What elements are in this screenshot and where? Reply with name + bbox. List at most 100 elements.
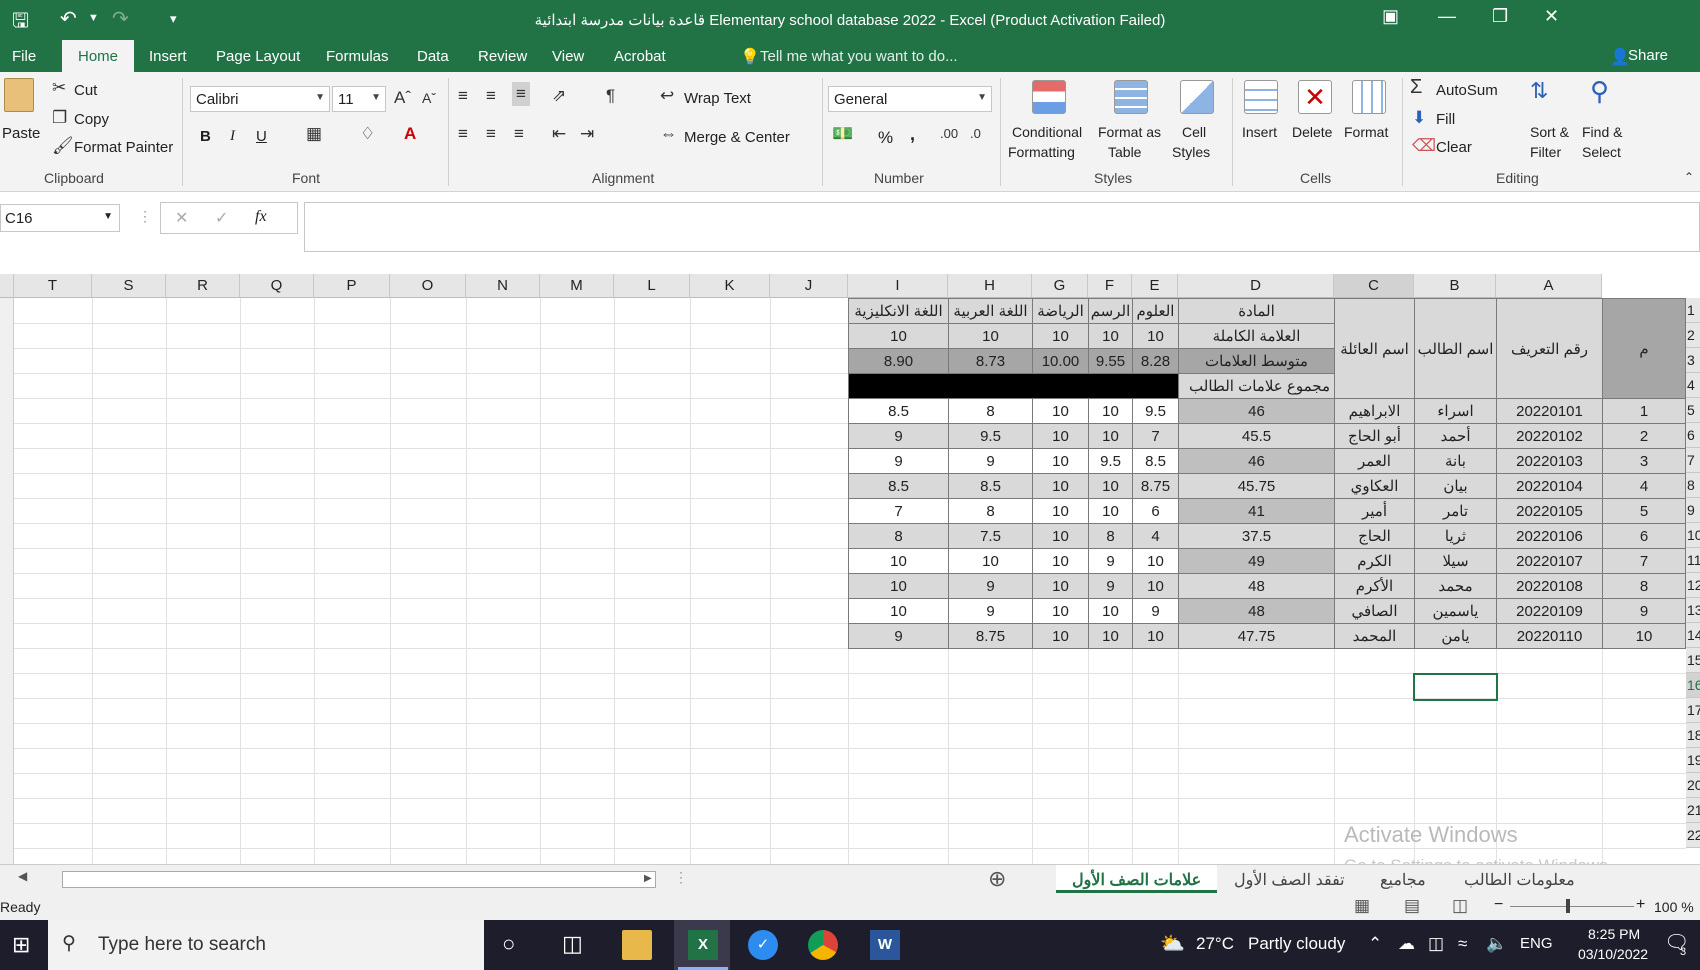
student-family-cell[interactable]: أمير — [1334, 498, 1415, 524]
column-header-l[interactable]: L — [614, 274, 690, 298]
student-id-cell[interactable]: 20220104 — [1496, 473, 1603, 499]
student-id-cell[interactable]: 20220110 — [1496, 623, 1603, 649]
student-m-cell[interactable]: 10 — [1602, 623, 1686, 649]
row-header-7[interactable]: 7 — [1686, 448, 1700, 473]
number-format-combo[interactable]: General ▼ — [828, 86, 992, 112]
full-mark-science[interactable]: 10 — [1132, 323, 1179, 349]
task-view-icon[interactable]: ◫ — [562, 931, 583, 957]
row-header-11[interactable]: 11 — [1686, 548, 1700, 573]
student-drawing-cell[interactable]: 10 — [1088, 473, 1133, 499]
subject-sport[interactable]: الرياضة — [1032, 298, 1089, 324]
increase-decimal-icon[interactable]: .00 — [940, 126, 958, 141]
sort-filter-button-line2[interactable]: Filter — [1530, 144, 1561, 160]
student-science-cell[interactable]: 10 — [1132, 573, 1179, 599]
student-drawing-cell[interactable]: 9 — [1088, 573, 1133, 599]
column-header-f[interactable]: F — [1088, 274, 1132, 298]
clear-button[interactable]: Clear — [1436, 139, 1472, 156]
comma-button[interactable]: , — [910, 124, 915, 145]
font-name-combo[interactable]: Calibri ▼ — [190, 86, 330, 112]
student-name-cell[interactable]: تامر — [1414, 498, 1497, 524]
delete-cells-button[interactable]: Delete — [1292, 124, 1332, 140]
name-box[interactable]: C16 ▼ — [0, 204, 120, 232]
column-header-c[interactable]: C — [1334, 274, 1414, 298]
taskbar-search[interactable]: ⚲ Type here to search — [48, 920, 484, 970]
student-id-cell[interactable]: 20220109 — [1496, 598, 1603, 624]
eraser-icon[interactable]: ⌫ — [1412, 136, 1436, 156]
student-arabic-cell[interactable]: 9 — [948, 448, 1033, 474]
student-arabic-cell[interactable]: 9 — [948, 598, 1033, 624]
student-sport-cell[interactable]: 10 — [1032, 523, 1089, 549]
average-sport[interactable]: 10.00 — [1032, 348, 1089, 374]
row-header-1[interactable]: 1 — [1686, 298, 1700, 323]
student-id-cell[interactable]: 20220105 — [1496, 498, 1603, 524]
sort-filter-button[interactable]: Sort & — [1530, 124, 1569, 140]
student-family-cell[interactable]: أبو الحاج — [1334, 423, 1415, 449]
student-science-cell[interactable]: 4 — [1132, 523, 1179, 549]
horizontal-scrollbar[interactable] — [62, 871, 656, 888]
full-mark-drawing[interactable]: 10 — [1088, 323, 1133, 349]
weather-temp[interactable]: 27°C — [1196, 934, 1234, 954]
student-english-cell[interactable]: 9 — [848, 623, 949, 649]
student-id-cell[interactable]: 20220102 — [1496, 423, 1603, 449]
student-family-cell[interactable]: العمر — [1334, 448, 1415, 474]
sheet-tab-attendance-first[interactable]: تفقد الصف الأول — [1218, 865, 1361, 893]
average-english[interactable]: 8.90 — [848, 348, 949, 374]
student-m-cell[interactable]: 6 — [1602, 523, 1686, 549]
fill-button[interactable]: Fill — [1436, 111, 1455, 128]
column-header-t[interactable]: T — [14, 274, 92, 298]
student-total-cell[interactable]: 45.5 — [1178, 423, 1335, 449]
student-family-cell[interactable]: الأكرم — [1334, 573, 1415, 599]
average-drawing[interactable]: 9.55 — [1088, 348, 1133, 374]
file-explorer-icon[interactable] — [622, 930, 652, 960]
student-english-cell[interactable]: 8.5 — [848, 473, 949, 499]
student-id-cell[interactable]: 20220101 — [1496, 398, 1603, 424]
align-middle-icon[interactable]: ≡ — [486, 86, 496, 106]
subject-arabic[interactable]: اللغة العربية — [948, 298, 1033, 324]
row-header-14[interactable]: 14 — [1686, 623, 1700, 648]
tell-me-search[interactable]: Tell me what you want to do... — [760, 48, 958, 65]
student-id-cell[interactable]: 20220103 — [1496, 448, 1603, 474]
delete-cells-icon[interactable]: ✕ — [1298, 80, 1332, 114]
tabs-splitter-icon[interactable]: ⋮ — [674, 869, 688, 886]
merge-center-button[interactable]: Merge & Center — [684, 129, 790, 146]
student-m-cell[interactable]: 4 — [1602, 473, 1686, 499]
select-all-corner[interactable] — [0, 274, 14, 298]
percent-button[interactable]: % — [878, 128, 893, 148]
column-header-r[interactable]: R — [166, 274, 240, 298]
student-m-cell[interactable]: 3 — [1602, 448, 1686, 474]
restore-icon[interactable]: ❐ — [1492, 6, 1508, 27]
row-header-6[interactable]: 6 — [1686, 423, 1700, 448]
student-arabic-cell[interactable]: 9 — [948, 573, 1033, 599]
label-total[interactable]: مجموع علامات الطالب — [1178, 373, 1335, 399]
clock-date[interactable]: 03/10/2022 — [1578, 946, 1648, 962]
student-id-cell[interactable]: 20220107 — [1496, 548, 1603, 574]
sheet-tab-totals[interactable]: مجاميع — [1364, 865, 1442, 893]
student-sport-cell[interactable]: 10 — [1032, 548, 1089, 574]
weather-icon[interactable]: ⛅ — [1160, 931, 1185, 956]
zoom-level[interactable]: 100 % — [1654, 899, 1694, 915]
minimize-icon[interactable]: — — [1438, 6, 1456, 27]
find-select-button[interactable]: Find & — [1582, 124, 1622, 140]
student-drawing-cell[interactable]: 10 — [1088, 423, 1133, 449]
column-header-n[interactable]: N — [466, 274, 540, 298]
format-painter-icon[interactable]: 🖌 — [52, 136, 74, 156]
row-header-12[interactable]: 12 — [1686, 573, 1700, 598]
student-family-cell[interactable]: الكرم — [1334, 548, 1415, 574]
student-sport-cell[interactable]: 10 — [1032, 398, 1089, 424]
autosum-icon[interactable]: Σ — [1410, 76, 1422, 99]
student-id-cell[interactable]: 20220108 — [1496, 573, 1603, 599]
student-arabic-cell[interactable]: 9.5 — [948, 423, 1033, 449]
student-m-cell[interactable]: 1 — [1602, 398, 1686, 424]
increase-font-icon[interactable]: Aˆ — [394, 88, 411, 108]
column-header-o[interactable]: O — [390, 274, 466, 298]
tab-data[interactable]: Data — [417, 48, 449, 65]
student-name-cell[interactable]: يامن — [1414, 623, 1497, 649]
average-arabic[interactable]: 8.73 — [948, 348, 1033, 374]
increase-indent-icon[interactable]: ⇥ — [580, 124, 594, 144]
full-mark-arabic[interactable]: 10 — [948, 323, 1033, 349]
label-subject[interactable]: المادة — [1178, 298, 1335, 324]
subject-english[interactable]: اللغة الانكليزية — [848, 298, 949, 324]
header-id[interactable]: رقم التعريف — [1496, 298, 1603, 399]
student-total-cell[interactable]: 48 — [1178, 573, 1335, 599]
row-header-18[interactable]: 18 — [1686, 723, 1700, 748]
